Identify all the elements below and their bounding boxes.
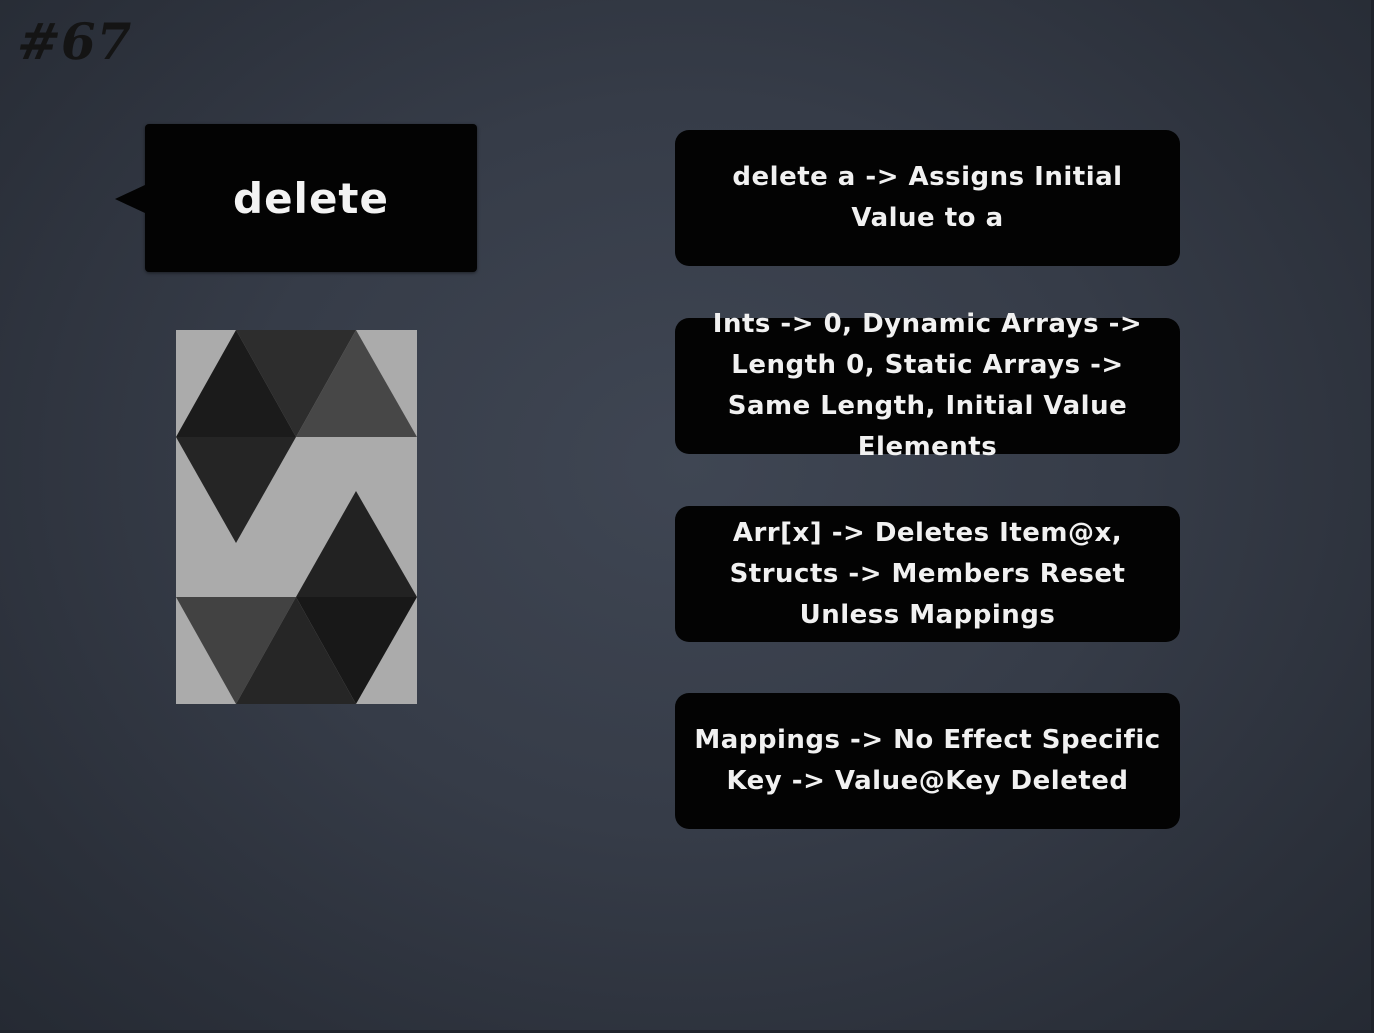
solidity-logo-icon bbox=[176, 330, 417, 704]
info-card-text: Arr[x] -> Deletes Item@x, Structs -> Mem… bbox=[729, 517, 1126, 630]
info-card-arr-structs: Arr[x] -> Deletes Item@x, Structs -> Mem… bbox=[675, 506, 1180, 642]
info-card-text: delete a -> Assigns Initial Value to a bbox=[732, 162, 1123, 233]
info-card-ints-arrays: Ints -> 0, Dynamic Arrays -> Length 0, S… bbox=[675, 309, 1180, 462]
slide-number: #67 bbox=[12, 12, 138, 71]
logo-facet bbox=[176, 437, 296, 543]
info-card-mappings: Mappings -> No Effect Specific Key -> Va… bbox=[675, 693, 1180, 829]
info-card-text: Ints -> 0, Dynamic Arrays -> Length 0, S… bbox=[712, 309, 1143, 462]
logo-facet bbox=[296, 491, 417, 597]
title-callout: delete bbox=[115, 124, 477, 272]
info-card-text: Mappings -> No Effect Specific Key -> Va… bbox=[694, 725, 1161, 796]
info-card-delete-assigns: delete a -> Assigns Initial Value to a bbox=[675, 130, 1180, 266]
slide-title: delete bbox=[233, 173, 389, 223]
